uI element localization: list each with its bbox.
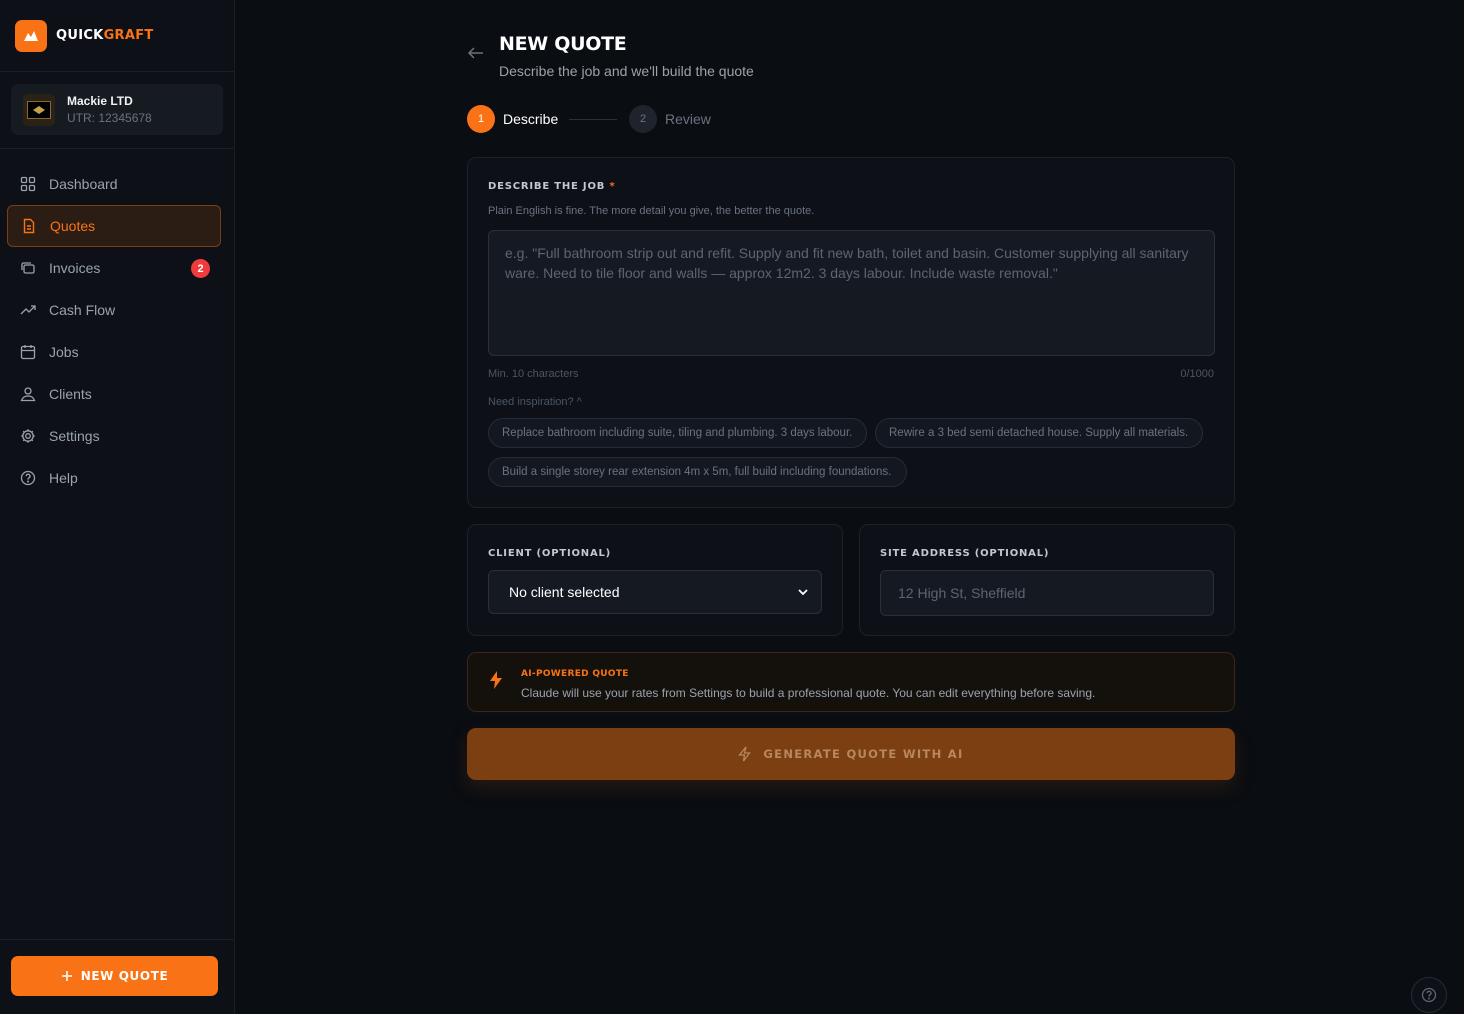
ai-notice-title: AI-POWERED QUOTE (521, 669, 629, 679)
client-label: CLIENT (OPTIONAL) (488, 548, 612, 559)
generate-quote-label: GENERATE QUOTE WITH AI (763, 747, 964, 761)
copy-icon (20, 260, 36, 276)
sidebar: QUICKGRAFT Mackie LTD UTR: 12345678 Dash… (0, 0, 235, 1014)
grid-icon (20, 176, 36, 192)
ai-notice-description: Claude will use your rates from Settings… (521, 686, 1096, 700)
required-mark: * (609, 181, 616, 192)
generate-quote-button[interactable]: GENERATE QUOTE WITH AI (467, 728, 1235, 780)
sidebar-item-settings[interactable]: Settings (7, 415, 221, 457)
sidebar-item-label: Cash Flow (49, 302, 116, 318)
stepper: 1 Describe 2 Review (467, 96, 1235, 156)
suggestion-chip[interactable]: Build a single storey rear extension 4m … (488, 457, 907, 487)
lightning-icon (738, 746, 752, 762)
logo[interactable]: QUICKGRAFT (0, 0, 234, 72)
suggestion-chip[interactable]: Rewire a 3 bed semi detached house. Supp… (875, 418, 1203, 448)
help-circle-icon (20, 470, 36, 486)
page-subtitle: Describe the job and we'll build the quo… (499, 63, 754, 79)
sidebar-item-label: Dashboard (49, 176, 118, 192)
help-circle-icon (1421, 987, 1437, 1003)
sidebar-item-label: Settings (49, 428, 100, 444)
logo-icon (15, 19, 47, 52)
step-1-label: Describe (503, 111, 559, 127)
site-address-card: SITE ADDRESS (OPTIONAL) (859, 524, 1235, 636)
logo-text: QUICKGRAFT (56, 28, 154, 43)
sidebar-item-cash-flow[interactable]: Cash Flow (7, 289, 221, 331)
describe-job-hint: Plain English is fine. The more detail y… (488, 205, 815, 217)
calendar-icon (20, 344, 36, 360)
logo-word-2: GRAFT (103, 28, 154, 43)
sidebar-item-label: Invoices (49, 260, 101, 276)
client-selected-value: No client selected (509, 584, 620, 600)
plus-icon (61, 971, 72, 981)
company-avatar (23, 93, 55, 126)
client-card: CLIENT (OPTIONAL) No client selected (467, 524, 843, 636)
gear-icon (20, 428, 36, 444)
company-utr: UTR: 12345678 (67, 111, 152, 125)
describe-job-label-text: DESCRIBE THE JOB (488, 181, 606, 192)
help-button[interactable] (1411, 977, 1447, 1013)
site-address-input[interactable] (880, 570, 1214, 616)
company-name: Mackie LTD (67, 94, 133, 108)
character-count: 0/1000 (1180, 368, 1214, 380)
job-description-textarea[interactable] (488, 230, 1215, 356)
step-1-number: 1 (467, 105, 495, 133)
new-quote-label: NEW QUOTE (80, 969, 169, 983)
step-2-label: Review (665, 111, 711, 127)
site-address-label: SITE ADDRESS (OPTIONAL) (880, 548, 1050, 559)
trending-up-icon (20, 302, 36, 318)
sidebar-item-label: Help (49, 470, 78, 486)
sidebar-item-invoices[interactable]: Invoices 2 (7, 247, 221, 289)
sidebar-item-label: Clients (49, 386, 92, 402)
sidebar-item-jobs[interactable]: Jobs (7, 331, 221, 373)
back-arrow-icon[interactable] (467, 44, 485, 67)
inspiration-toggle[interactable]: Need inspiration? ^ (488, 396, 582, 408)
sidebar-item-dashboard[interactable]: Dashboard (7, 163, 221, 205)
logo-word-1: QUICK (56, 28, 104, 43)
describe-job-label: DESCRIBE THE JOB * (488, 181, 616, 192)
sidebar-item-label: Jobs (49, 344, 79, 360)
sidebar-nav: Dashboard Quotes Invoices 2 Cash Flow Jo… (0, 149, 234, 499)
lightning-icon (490, 671, 502, 694)
new-quote-button[interactable]: NEW QUOTE (11, 956, 218, 996)
sidebar-item-label: Quotes (50, 218, 96, 234)
describe-job-card: DESCRIBE THE JOB * Plain English is fine… (467, 157, 1235, 508)
step-2-number: 2 (629, 105, 657, 133)
sidebar-item-help[interactable]: Help (7, 457, 221, 499)
client-select[interactable]: No client selected (488, 570, 822, 614)
min-characters-note: Min. 10 characters (488, 368, 579, 380)
chevron-down-icon (798, 589, 808, 596)
suggestion-chip[interactable]: Replace bathroom including suite, tiling… (488, 418, 867, 448)
main-content: NEW QUOTE Describe the job and we'll bui… (467, 0, 1235, 780)
invoices-count-badge: 2 (191, 259, 210, 278)
users-icon (20, 386, 36, 402)
sidebar-item-clients[interactable]: Clients (7, 373, 221, 415)
company-switcher[interactable]: Mackie LTD UTR: 12345678 (11, 84, 223, 135)
ai-notice-card: AI-POWERED QUOTE Claude will use your ra… (467, 652, 1235, 712)
page-title: NEW QUOTE (499, 33, 627, 55)
document-icon (21, 218, 37, 234)
step-divider (569, 119, 617, 120)
sidebar-item-quotes[interactable]: Quotes (7, 205, 221, 247)
